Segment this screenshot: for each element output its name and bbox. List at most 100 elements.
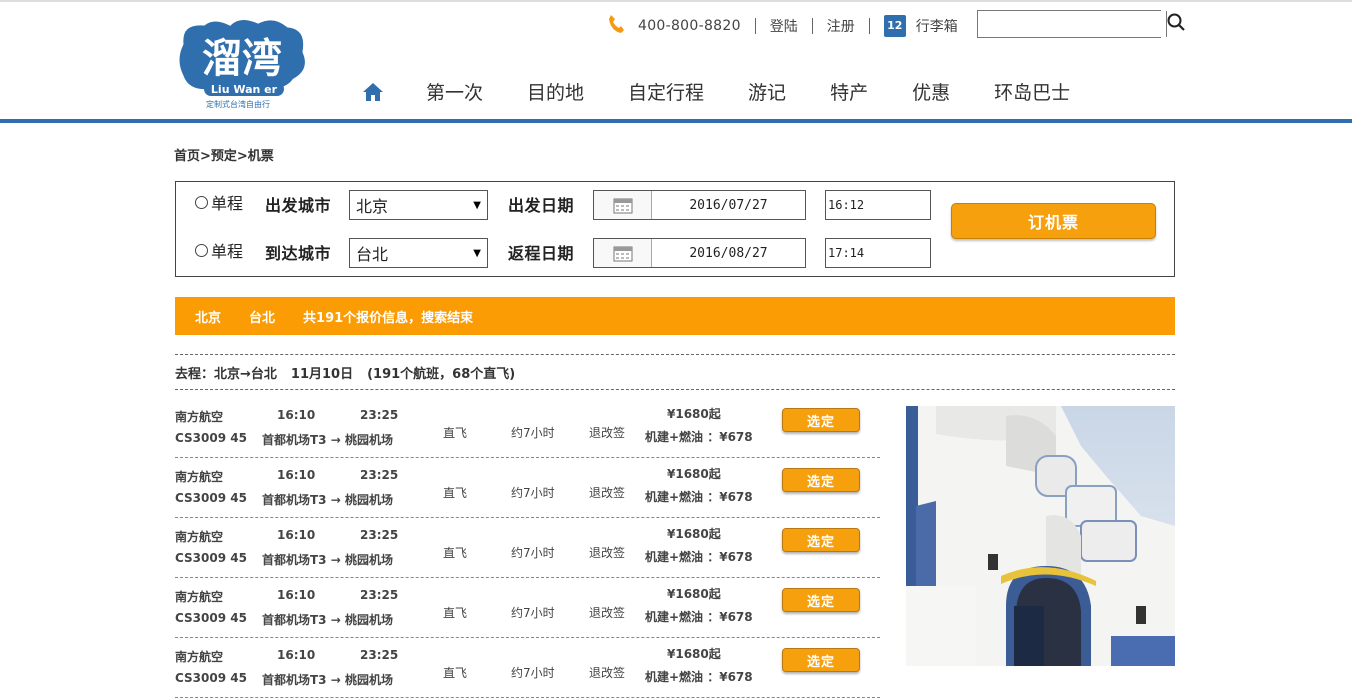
site-logo[interactable]: 溜湾 Liu Wan er 定制式台湾自由行 [174, 14, 310, 110]
nav-destination[interactable]: 目的地 [527, 78, 584, 105]
nav-specialty[interactable]: 特产 [830, 78, 868, 105]
departure-time: 16:10 [277, 528, 316, 542]
login-link[interactable]: 登陆 [770, 16, 798, 36]
price: ¥1680起 [667, 587, 721, 601]
flight-search-form: 单程 出发城市 北京 ▼ 出发日期 2016/07/27 16:12 单程 到达… [175, 181, 1175, 277]
tax-fee: 机建+燃油 ：¥678 [645, 550, 753, 564]
luggage-icon[interactable]: 12 [883, 15, 906, 37]
departure-time: 16:10 [277, 408, 316, 422]
select-flight-button[interactable]: 选定 [782, 648, 860, 672]
result-from: 北京 [195, 310, 222, 326]
arrival-city-label: 到达城市 [265, 244, 332, 263]
arrival-city-select[interactable]: 台北 ▼ [349, 238, 488, 268]
search-button[interactable] [1166, 11, 1185, 37]
header-divider [0, 119, 1352, 123]
arrival-time: 23:25 [360, 408, 399, 422]
select-flight-button[interactable]: 选定 [782, 468, 860, 492]
refund-change-link[interactable]: 退改签 [589, 424, 625, 441]
departure-city-value: 北京 [356, 197, 389, 216]
register-link[interactable]: 注册 [827, 16, 855, 36]
calendar-icon[interactable] [594, 239, 652, 267]
direct-flag: 直飞 [443, 606, 468, 620]
route-stats: (191个航班，68个直飞) [367, 366, 516, 382]
airline-name: 南方航空 [175, 590, 224, 604]
airports: 首都机场T3 → 桃园机场 [262, 613, 393, 627]
search-icon [1167, 13, 1185, 35]
site-search [977, 10, 1185, 38]
departure-time: 16:10 [277, 468, 316, 482]
select-flight-button[interactable]: 选定 [782, 408, 860, 432]
route-header: 去程：北京→台北 11月10日 (191个航班，68个直飞) [175, 354, 1175, 390]
return-date-label: 返程日期 [508, 244, 575, 263]
phone-icon [608, 14, 624, 38]
route-date: 11月10日 [290, 366, 354, 382]
departure-time: 16:10 [277, 588, 316, 602]
departure-date-label: 出发日期 [508, 196, 575, 215]
tax-fee: 机建+燃油 ：¥678 [645, 490, 753, 504]
book-ticket-button[interactable]: 订机票 [951, 203, 1156, 239]
departure-city-select[interactable]: 北京 ▼ [349, 190, 488, 220]
refund-change-link[interactable]: 退改签 [589, 544, 625, 561]
departure-city-label: 出发城市 [265, 196, 332, 215]
direct-flag: 直飞 [443, 546, 468, 560]
departure-time-field[interactable]: 16:12 [825, 190, 931, 220]
one-way-radio-return[interactable]: 单程 [195, 238, 243, 262]
return-date-field[interactable]: 2016/08/27 [593, 238, 806, 268]
price: ¥1680起 [667, 647, 721, 661]
flight-number: CS3009 45 [175, 491, 247, 505]
svg-text:溜湾: 溜湾 [202, 36, 282, 82]
return-row: 单程 到达城市 台北 ▼ 返程日期 2016/08/27 17:14 [176, 238, 1174, 268]
arrival-time: 23:25 [360, 648, 399, 662]
duration: 约7小时 [511, 546, 555, 560]
flight-number: CS3009 45 [175, 431, 247, 445]
one-way-radio[interactable]: 单程 [195, 190, 243, 214]
refund-change-link[interactable]: 退改签 [589, 484, 625, 501]
calendar-icon[interactable] [594, 191, 652, 219]
return-date-value: 2016/08/27 [689, 245, 768, 261]
radio-label: 单程 [211, 242, 244, 261]
price: ¥1680起 [667, 467, 721, 481]
flight-row: 南方航空 CS3009 45 16:10 23:25 首都机场T3 → 桃园机场… [175, 578, 880, 638]
promo-photo[interactable] [906, 406, 1175, 666]
radio-circle [195, 243, 208, 257]
arrival-time: 23:25 [360, 468, 399, 482]
airline-name: 南方航空 [175, 650, 224, 664]
departure-time: 16:10 [277, 648, 316, 662]
refund-change-link[interactable]: 退改签 [589, 664, 625, 681]
price: ¥1680起 [667, 407, 721, 421]
divider [754, 18, 756, 34]
select-flight-button[interactable]: 选定 [782, 528, 860, 552]
dropdown-arrow-icon: ▼ [473, 247, 481, 259]
svg-text:定制式台湾自由行: 定制式台湾自由行 [206, 99, 270, 109]
home-icon[interactable] [362, 81, 384, 103]
nav-first-time[interactable]: 第一次 [426, 78, 483, 105]
svg-text:Liu Wan er: Liu Wan er [211, 83, 278, 96]
airline-name: 南方航空 [175, 470, 224, 484]
flight-number: CS3009 45 [175, 671, 247, 685]
airports: 首都机场T3 → 桃园机场 [262, 553, 393, 567]
flight-list: 南方航空 CS3009 45 16:10 23:25 首都机场T3 → 桃园机场… [175, 398, 880, 698]
luggage-link[interactable]: 行李箱 [916, 16, 958, 36]
duration: 约7小时 [511, 486, 555, 500]
search-input[interactable] [978, 11, 1166, 37]
departure-date-field[interactable]: 2016/07/27 [593, 190, 806, 220]
flight-row: 南方航空 CS3009 45 16:10 23:25 首都机场T3 → 桃园机场… [175, 458, 880, 518]
refund-change-link[interactable]: 退改签 [589, 604, 625, 621]
divider [811, 18, 813, 34]
radio-label: 单程 [211, 194, 244, 213]
nav-custom-itinerary[interactable]: 自定行程 [628, 78, 704, 105]
top-links: 400-800-8820 登陆 注册 12 行李箱 [608, 12, 958, 40]
select-flight-button[interactable]: 选定 [782, 588, 860, 612]
return-time-field[interactable]: 17:14 [825, 238, 931, 268]
breadcrumb: 首页>预定>机票 [174, 149, 274, 164]
direct-flag: 直飞 [443, 486, 468, 500]
nav-island-bus[interactable]: 环岛巴士 [994, 78, 1070, 105]
nav-deals[interactable]: 优惠 [912, 78, 950, 105]
divider [868, 18, 870, 34]
phone-number: 400-800-8820 [638, 18, 741, 34]
duration: 约7小时 [511, 666, 555, 680]
nav-travelogue[interactable]: 游记 [748, 78, 786, 105]
flight-number: CS3009 45 [175, 551, 247, 565]
radio-circle [195, 195, 208, 209]
duration: 约7小时 [511, 606, 555, 620]
